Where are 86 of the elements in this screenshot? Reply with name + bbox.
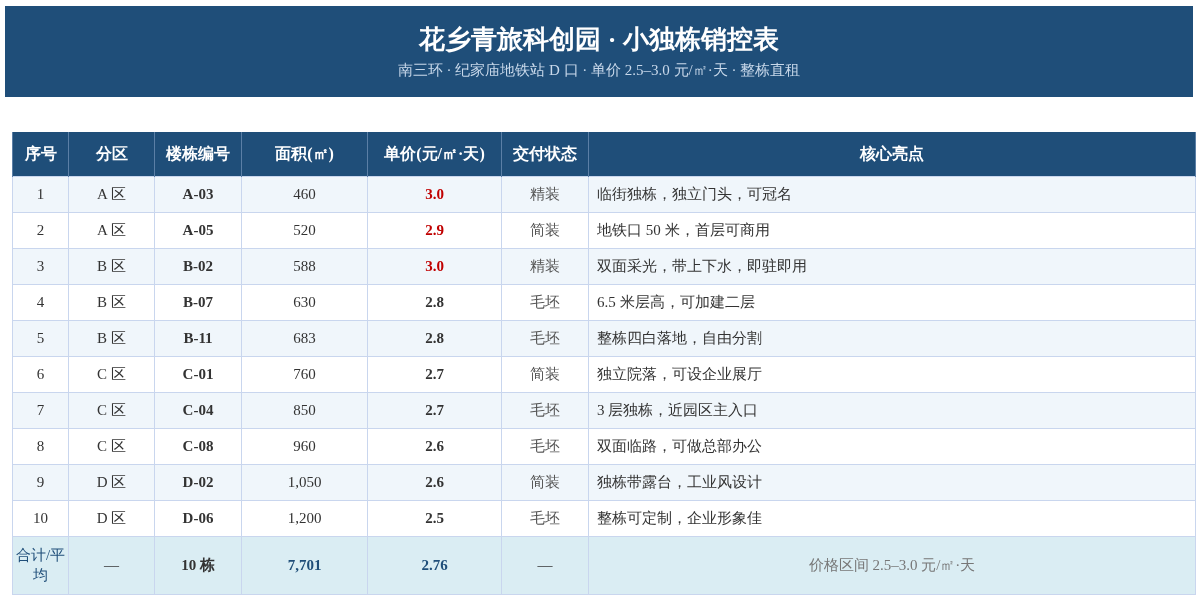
table-cell: 2 (12, 212, 69, 248)
table-cell: 850 (241, 392, 368, 428)
page-title: 花乡青旅科创园 · 小独栋销控表 (419, 23, 779, 56)
table-cell: 合计/平均 (12, 536, 69, 594)
table-cell: 460 (241, 176, 368, 212)
table-cell: 毛坯 (501, 284, 589, 320)
table-cell: 1,050 (241, 464, 368, 500)
table-cell: 7,701 (241, 536, 368, 594)
table-cell: D-06 (154, 500, 242, 536)
table-cell: 3.0 (367, 176, 502, 212)
table-cell: 地铁口 50 米，首层可商用 (588, 212, 1196, 248)
table-cell: 独栋带露台，工业风设计 (588, 464, 1196, 500)
table-cell: 520 (241, 212, 368, 248)
table-cell: — (501, 536, 589, 594)
table-cell: C-04 (154, 392, 242, 428)
column-header: 楼栋编号 (154, 132, 242, 176)
table-cell: 价格区间 2.5–3.0 元/㎡·天 (588, 536, 1196, 594)
table-cell: 毛坯 (501, 392, 589, 428)
column-header: 核心亮点 (588, 132, 1196, 176)
table-cell: 2.8 (367, 284, 502, 320)
column-header: 面积(㎡) (241, 132, 368, 176)
table-cell: 6 (12, 356, 69, 392)
table-cell: C 区 (68, 356, 155, 392)
column-header: 单价(元/㎡·天) (367, 132, 502, 176)
column-header: 交付状态 (501, 132, 589, 176)
table-cell: 毛坯 (501, 500, 589, 536)
table-cell: 8 (12, 428, 69, 464)
table-cell: 5 (12, 320, 69, 356)
table-cell: B 区 (68, 320, 155, 356)
column-header: 分区 (68, 132, 155, 176)
table-cell: 临街独栋，独立门头，可冠名 (588, 176, 1196, 212)
table-cell: 4 (12, 284, 69, 320)
table-cell: 760 (241, 356, 368, 392)
table-cell: 简装 (501, 356, 589, 392)
table-cell: B-02 (154, 248, 242, 284)
table-cell: 1 (12, 176, 69, 212)
table-cell: 2.8 (367, 320, 502, 356)
table-cell: 毛坯 (501, 428, 589, 464)
table-cell: C 区 (68, 428, 155, 464)
table-cell: 2.7 (367, 392, 502, 428)
table-cell: 3 (12, 248, 69, 284)
column-header: 序号 (12, 132, 69, 176)
table-cell: C-01 (154, 356, 242, 392)
table-cell: D-02 (154, 464, 242, 500)
table-cell: 简装 (501, 212, 589, 248)
table-cell: A 区 (68, 176, 155, 212)
table-cell: 2.9 (367, 212, 502, 248)
table-cell: 2.76 (367, 536, 502, 594)
table-cell: 10 栋 (154, 536, 242, 594)
table-cell: 2.6 (367, 428, 502, 464)
table-cell: 9 (12, 464, 69, 500)
table-cell: C 区 (68, 392, 155, 428)
table-cell: B 区 (68, 248, 155, 284)
table-cell: B-07 (154, 284, 242, 320)
page-subtitle: 南三环 · 纪家庙地铁站 D 口 · 单价 2.5–3.0 元/㎡·天 · 整栋直租 (397, 60, 801, 80)
table-cell: 双面采光，带上下水，即驻即用 (588, 248, 1196, 284)
table-cell: 7 (12, 392, 69, 428)
table-cell: B 区 (68, 284, 155, 320)
table-cell: 整栋四白落地，自由分割 (588, 320, 1196, 356)
table-cell: 630 (241, 284, 368, 320)
table-cell: 整栋可定制，企业形象佳 (588, 500, 1196, 536)
table-cell: 1,200 (241, 500, 368, 536)
table-cell: D 区 (68, 500, 155, 536)
table-cell: 独立院落，可设企业展厅 (588, 356, 1196, 392)
table-cell: A-05 (154, 212, 242, 248)
table-cell: 精装 (501, 248, 589, 284)
table-cell: 3.0 (367, 248, 502, 284)
table-cell: C-08 (154, 428, 242, 464)
table-cell: 简装 (501, 464, 589, 500)
table-cell: 6.5 米层高，可加建二层 (588, 284, 1196, 320)
table-cell: 双面临路，可做总部办公 (588, 428, 1196, 464)
table-cell: 588 (241, 248, 368, 284)
table-cell: 毛坯 (501, 320, 589, 356)
table-cell: 960 (241, 428, 368, 464)
table-cell: 2.7 (367, 356, 502, 392)
table-cell: 683 (241, 320, 368, 356)
table-cell: 2.5 (367, 500, 502, 536)
table-cell: — (68, 536, 155, 594)
table-cell: A-03 (154, 176, 242, 212)
table-cell: 10 (12, 500, 69, 536)
table-cell: 精装 (501, 176, 589, 212)
table-cell: D 区 (68, 464, 155, 500)
table-cell: B-11 (154, 320, 242, 356)
table-cell: 3 层独栋，近园区主入口 (588, 392, 1196, 428)
table-cell: A 区 (68, 212, 155, 248)
table-cell: 2.6 (367, 464, 502, 500)
